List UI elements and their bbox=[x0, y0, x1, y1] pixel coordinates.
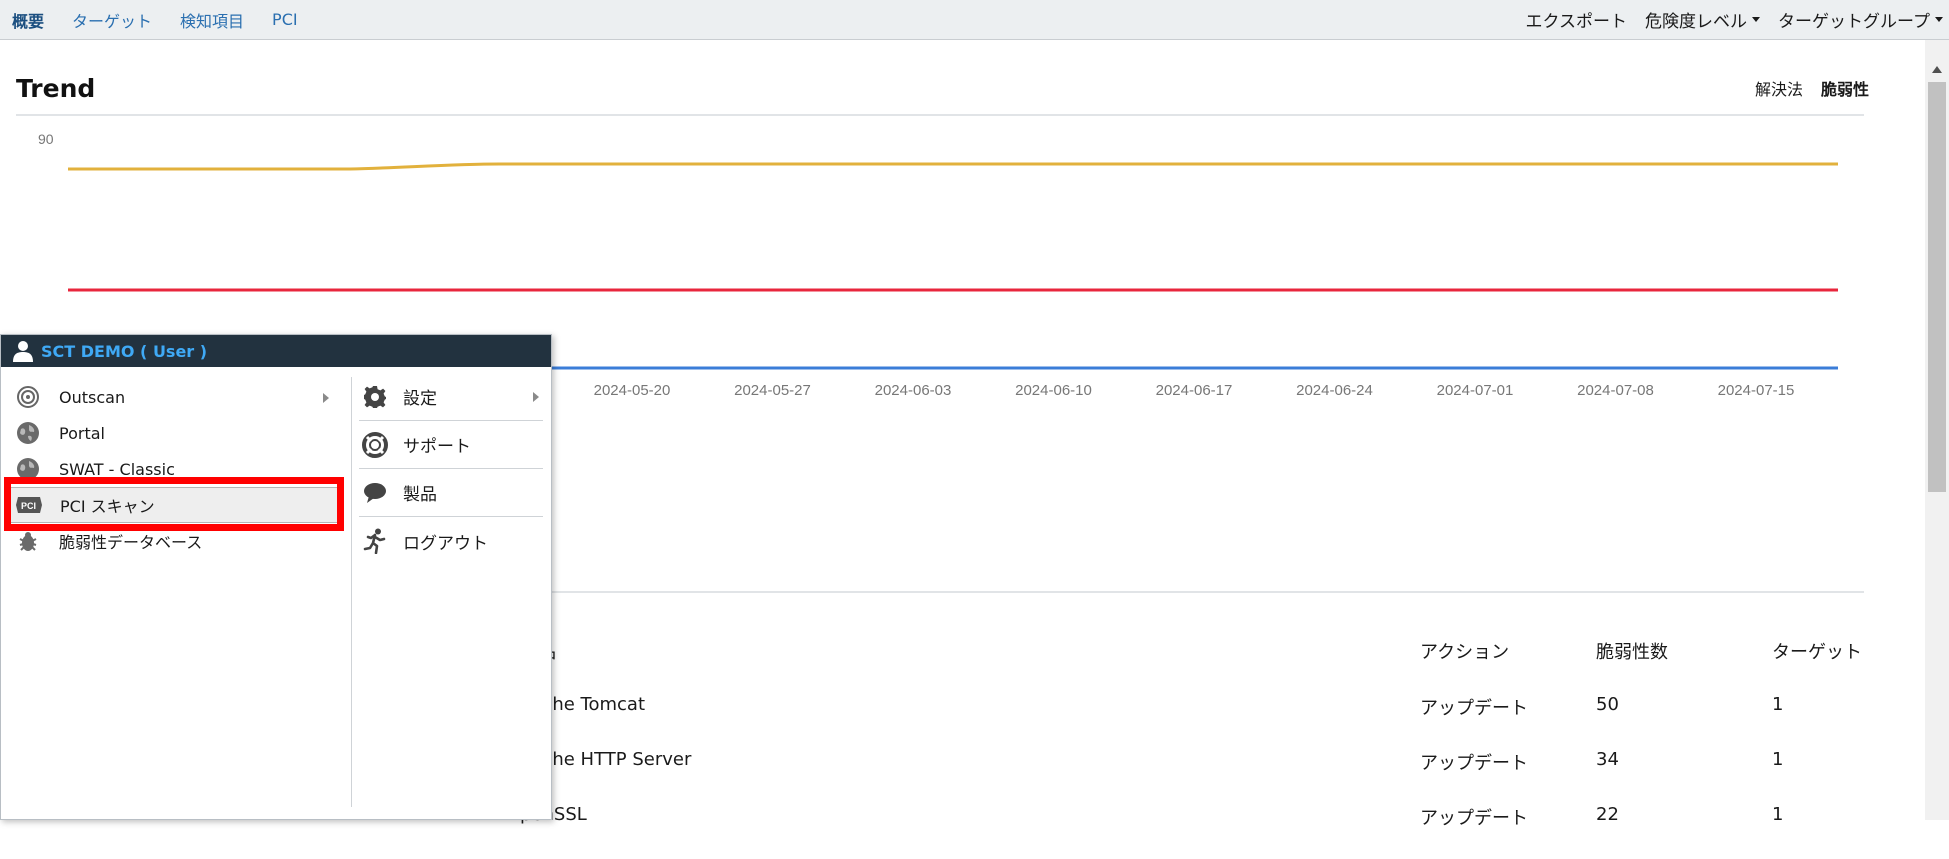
scroll-thumb[interactable] bbox=[1928, 82, 1946, 492]
export-button[interactable]: エクスポート bbox=[1526, 7, 1628, 32]
cell-target: 1 bbox=[1772, 804, 1784, 825]
x-tick-label: 2024-06-17 bbox=[1156, 382, 1233, 399]
menu-item-label: Portal bbox=[59, 423, 105, 443]
header-action[interactable]: アクション bbox=[1420, 638, 1509, 664]
x-tick-label: 2024-05-20 bbox=[594, 382, 671, 399]
severity-label: 危険度レベル bbox=[1645, 12, 1748, 32]
globe-icon bbox=[13, 457, 43, 481]
user-dropdown-menu: SCT DEMO ( User ) Outscan Portal SWAT - … bbox=[0, 334, 552, 820]
svg-text:PCI: PCI bbox=[21, 501, 36, 511]
cell-action: アップデート bbox=[1420, 808, 1528, 829]
menu-item-label: Outscan bbox=[59, 387, 126, 407]
x-tick-label: 2024-07-08 bbox=[1577, 382, 1654, 399]
gear-icon bbox=[361, 383, 389, 411]
cell-target: 1 bbox=[1772, 749, 1784, 770]
menu-item-label: PCI スキャン bbox=[60, 497, 155, 516]
main-tabs: 概要 ターゲット 検知項目 PCI bbox=[0, 8, 326, 32]
header-count[interactable]: 脆弱性数 bbox=[1596, 638, 1668, 664]
chevron-down-icon bbox=[1752, 17, 1761, 22]
x-tick-label: 2024-06-10 bbox=[1015, 382, 1092, 399]
menu-left-column: Outscan Portal SWAT - Classic PCI PCI スキ… bbox=[1, 367, 351, 819]
x-tick-label: 2024-05-27 bbox=[734, 382, 811, 399]
menu-item-label: 設定 bbox=[403, 389, 437, 409]
menu-item-products[interactable]: 製品 bbox=[359, 469, 543, 517]
user-icon bbox=[13, 341, 33, 362]
target-group-dropdown[interactable]: ターゲットグループ bbox=[1778, 7, 1943, 32]
target-group-label: ターゲットグループ bbox=[1778, 12, 1930, 32]
menu-item-support[interactable]: サポート bbox=[359, 421, 543, 469]
running-person-icon bbox=[361, 527, 389, 555]
chevron-down-icon bbox=[1935, 17, 1943, 22]
cell-action: アップデート bbox=[1420, 698, 1528, 719]
tab-overview[interactable]: 概要 bbox=[12, 8, 44, 32]
series-line-high bbox=[68, 162, 1838, 171]
menu-item-logout[interactable]: ログアウト bbox=[359, 517, 543, 565]
menu-item-label: サポート bbox=[403, 437, 471, 457]
vertical-scrollbar[interactable] bbox=[1925, 40, 1949, 820]
menu-item-settings[interactable]: 設定 bbox=[359, 373, 543, 421]
cell-count: 34 bbox=[1596, 749, 1619, 770]
table-row[interactable]: pache Tomcat アップデート 50 1 bbox=[520, 694, 1920, 749]
table-row[interactable]: pache HTTP Server アップデート 34 1 bbox=[520, 749, 1920, 804]
menu-item-label: 製品 bbox=[403, 485, 437, 505]
tab-targets[interactable]: ターゲット bbox=[72, 8, 152, 32]
table-header-row: 製品 アクション 脆弱性数 ターゲット bbox=[520, 638, 1920, 694]
menu-item-vulnerability-database[interactable]: 脆弱性データベース bbox=[9, 523, 341, 559]
top-actions: エクスポート 危険度レベル ターゲットグループ bbox=[1508, 7, 1949, 32]
severity-dropdown[interactable]: 危険度レベル bbox=[1645, 7, 1761, 32]
cell-target: 1 bbox=[1772, 694, 1784, 715]
chevron-right-icon bbox=[323, 393, 329, 403]
menu-right-column: 設定 サポート 製品 ログアウト bbox=[359, 367, 545, 819]
cell-action: アップデート bbox=[1420, 753, 1528, 774]
x-tick-label: 2024-07-15 bbox=[1718, 382, 1795, 399]
menu-item-swat-classic[interactable]: SWAT - Classic bbox=[9, 451, 341, 487]
menu-item-pci-scan[interactable]: PCI PCI スキャン bbox=[9, 487, 341, 523]
divider bbox=[540, 591, 1864, 593]
products-table: 製品 アクション 脆弱性数 ターゲット pache Tomcat アップデート … bbox=[520, 638, 1920, 859]
bug-icon bbox=[13, 529, 43, 553]
pci-icon: PCI bbox=[14, 493, 44, 517]
radar-icon bbox=[13, 385, 43, 409]
tab-pci[interactable]: PCI bbox=[272, 10, 298, 29]
menu-item-portal[interactable]: Portal bbox=[9, 415, 341, 451]
speech-bubble-icon bbox=[361, 479, 389, 507]
cell-count: 22 bbox=[1596, 804, 1619, 825]
x-tick-label: 2024-06-03 bbox=[875, 382, 952, 399]
user-menu-header: SCT DEMO ( User ) bbox=[1, 335, 551, 367]
globe-icon bbox=[13, 421, 43, 445]
y-tick-label: 90 bbox=[38, 131, 54, 147]
header-target[interactable]: ターゲット bbox=[1772, 638, 1862, 664]
export-label: エクスポート bbox=[1525, 12, 1628, 32]
menu-column-divider bbox=[351, 377, 352, 807]
top-navigation-bar: 概要 ターゲット 検知項目 PCI エクスポート 危険度レベル ターゲットグルー… bbox=[0, 0, 1949, 40]
scroll-up-arrow-icon[interactable] bbox=[1932, 66, 1942, 73]
chevron-right-icon bbox=[533, 392, 539, 402]
menu-item-outscan[interactable]: Outscan bbox=[9, 379, 341, 415]
table-row[interactable]: penSSL アップデート 22 1 bbox=[520, 804, 1920, 859]
cell-count: 50 bbox=[1596, 694, 1619, 715]
menu-item-label: 脆弱性データベース bbox=[59, 533, 203, 552]
x-tick-label: 2024-07-01 bbox=[1437, 382, 1514, 399]
lifebuoy-icon bbox=[361, 431, 389, 459]
tab-findings[interactable]: 検知項目 bbox=[180, 8, 244, 32]
user-name[interactable]: SCT DEMO ( User ) bbox=[41, 342, 207, 361]
menu-item-label: ログアウト bbox=[403, 533, 488, 554]
x-tick-label: 2024-06-24 bbox=[1296, 382, 1373, 399]
menu-item-label: SWAT - Classic bbox=[59, 459, 175, 479]
